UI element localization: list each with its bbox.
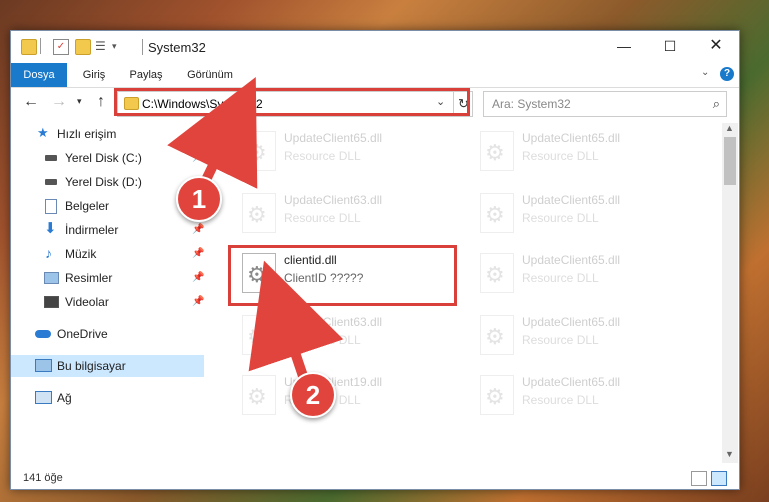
callout-badge-2: 2 — [290, 372, 336, 418]
arrow-to-file — [248, 260, 344, 384]
callout-arrows — [167, 76, 344, 384]
arrow-to-address — [167, 76, 258, 189]
callout-badge-1: 1 — [176, 176, 222, 222]
